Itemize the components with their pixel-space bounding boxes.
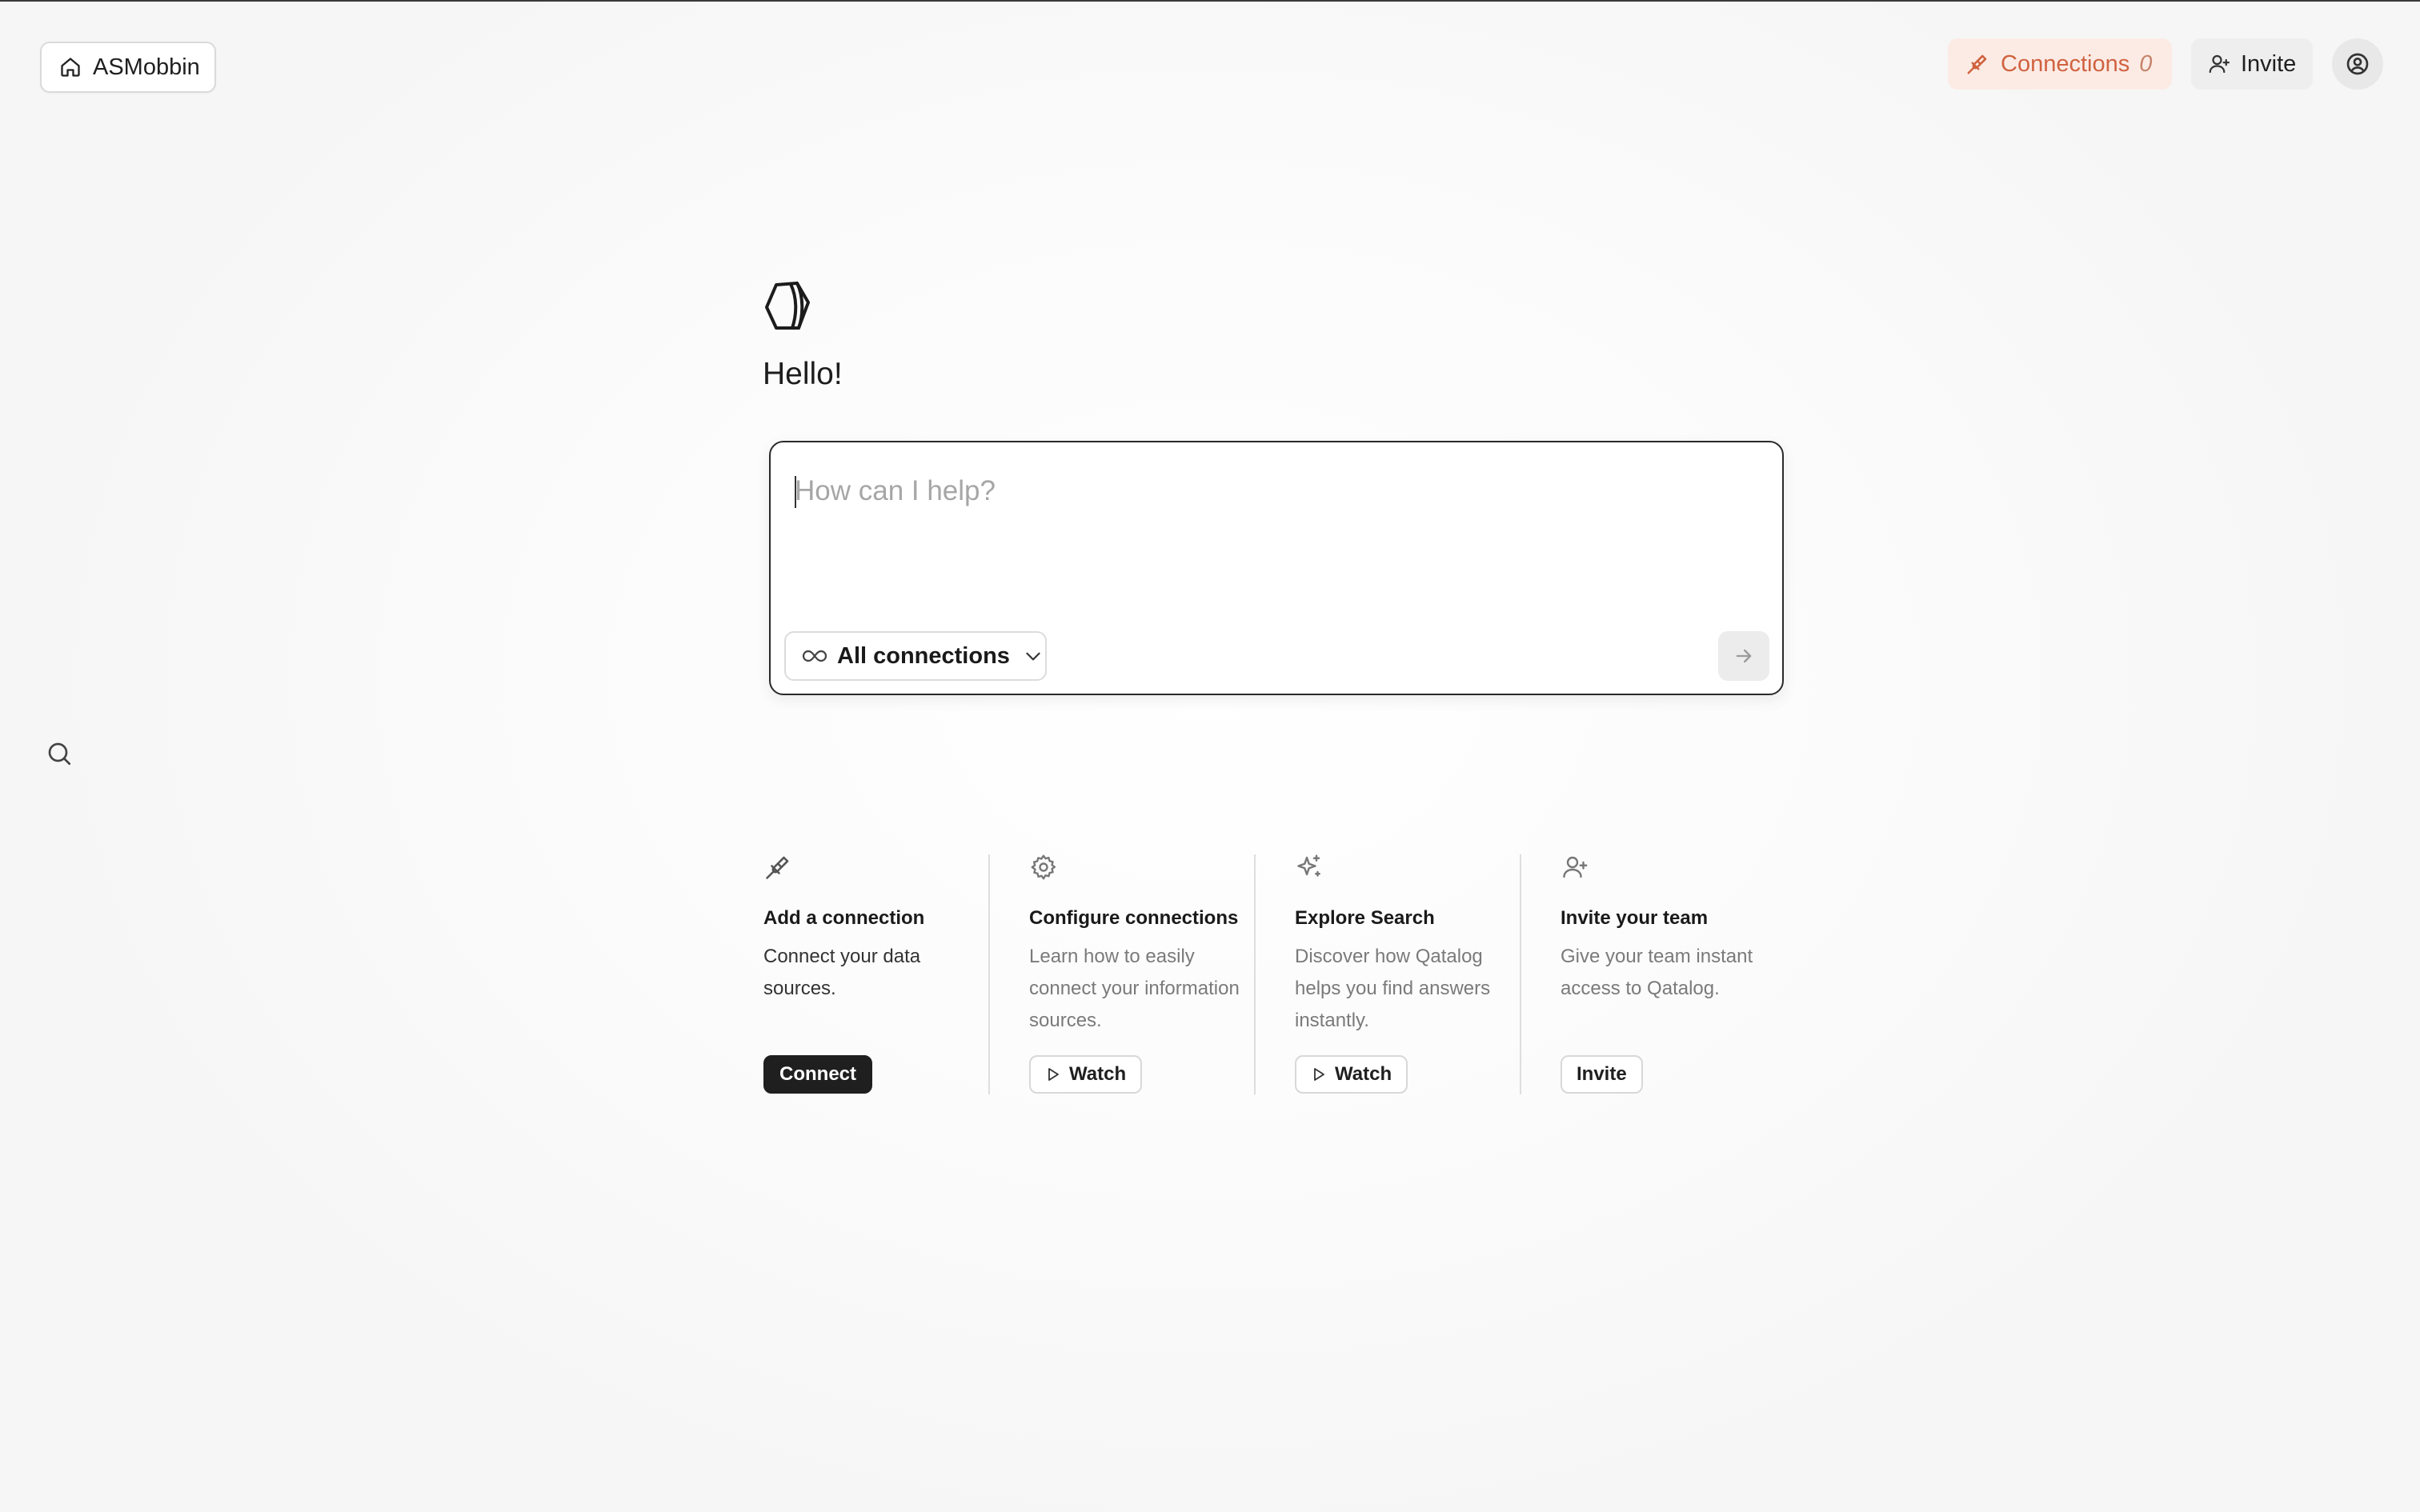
connections-count: 0 — [2139, 50, 2153, 77]
sparkle-icon — [1295, 853, 1324, 882]
account-avatar[interactable] — [2332, 38, 2383, 90]
card-add-connection: Add a connection Connect your data sourc… — [763, 853, 988, 1094]
home-icon — [59, 56, 82, 78]
play-icon — [1311, 1066, 1327, 1082]
search-icon — [45, 739, 74, 768]
prompt-box: All connections — [769, 441, 1784, 695]
card-title: Configure connections — [1029, 907, 1239, 929]
chevron-down-icon — [1023, 646, 1044, 666]
watch-button-label: Watch — [1335, 1063, 1392, 1085]
invite-button[interactable]: Invite — [2191, 38, 2313, 90]
invite-team-button-label: Invite — [1577, 1063, 1627, 1085]
connect-button-label: Connect — [779, 1063, 856, 1085]
card-title: Explore Search — [1295, 907, 1435, 929]
card-explore-search: Explore Search Discover how Qatalog help… — [1295, 853, 1519, 1094]
prompt-input[interactable] — [795, 471, 1739, 511]
window-top-border — [0, 0, 2420, 2]
card-description: Discover how Qatalog helps you find answ… — [1295, 946, 1491, 1031]
workspace-name: ASMobbin — [93, 54, 200, 80]
card-divider — [988, 854, 990, 1094]
play-icon — [1045, 1066, 1061, 1082]
text-caret — [795, 476, 796, 508]
connection-scope-dropdown[interactable]: All connections — [784, 631, 1047, 681]
plug-icon — [763, 853, 792, 882]
card-description: Connect your data sources. — [763, 946, 921, 999]
watch-button-label: Watch — [1069, 1063, 1127, 1085]
infinity-icon — [802, 648, 827, 664]
connections-label: Connections — [2001, 50, 2130, 77]
sidebar-search-button[interactable] — [42, 736, 77, 771]
qatalog-logo-icon — [762, 280, 813, 333]
connections-button[interactable]: Connections 0 — [1948, 38, 2172, 90]
workspace-button[interactable]: ASMobbin — [40, 42, 216, 93]
user-plus-icon — [1561, 853, 1589, 882]
card-invite-team: Invite your team Give your team instant … — [1561, 853, 1785, 1094]
watch-button[interactable]: Watch — [1295, 1055, 1408, 1094]
connection-scope-label: All connections — [837, 642, 1010, 669]
card-divider — [1520, 854, 1521, 1094]
card-description: Give your team instant access to Qatalog… — [1561, 946, 1753, 999]
card-title: Invite your team — [1561, 907, 1709, 929]
invite-team-button[interactable]: Invite — [1561, 1055, 1643, 1094]
card-description: Learn how to easily connect your informa… — [1029, 946, 1240, 1031]
greeting-heading: Hello! — [763, 357, 843, 391]
gear-icon — [1029, 853, 1058, 882]
card-divider — [1254, 854, 1256, 1094]
watch-button[interactable]: Watch — [1029, 1055, 1143, 1094]
send-button[interactable] — [1718, 631, 1769, 681]
getting-started-cards: Add a connection Connect your data sourc… — [763, 853, 1788, 1094]
connect-button[interactable]: Connect — [763, 1055, 872, 1094]
user-circle-icon — [2345, 51, 2370, 77]
card-configure-connections: Configure connections Learn how to easil… — [1029, 853, 1253, 1094]
invite-label: Invite — [2241, 50, 2297, 77]
arrow-right-icon — [1733, 645, 1755, 667]
plug-icon — [1965, 52, 1989, 76]
card-title: Add a connection — [763, 907, 925, 929]
user-plus-icon — [2207, 52, 2231, 76]
